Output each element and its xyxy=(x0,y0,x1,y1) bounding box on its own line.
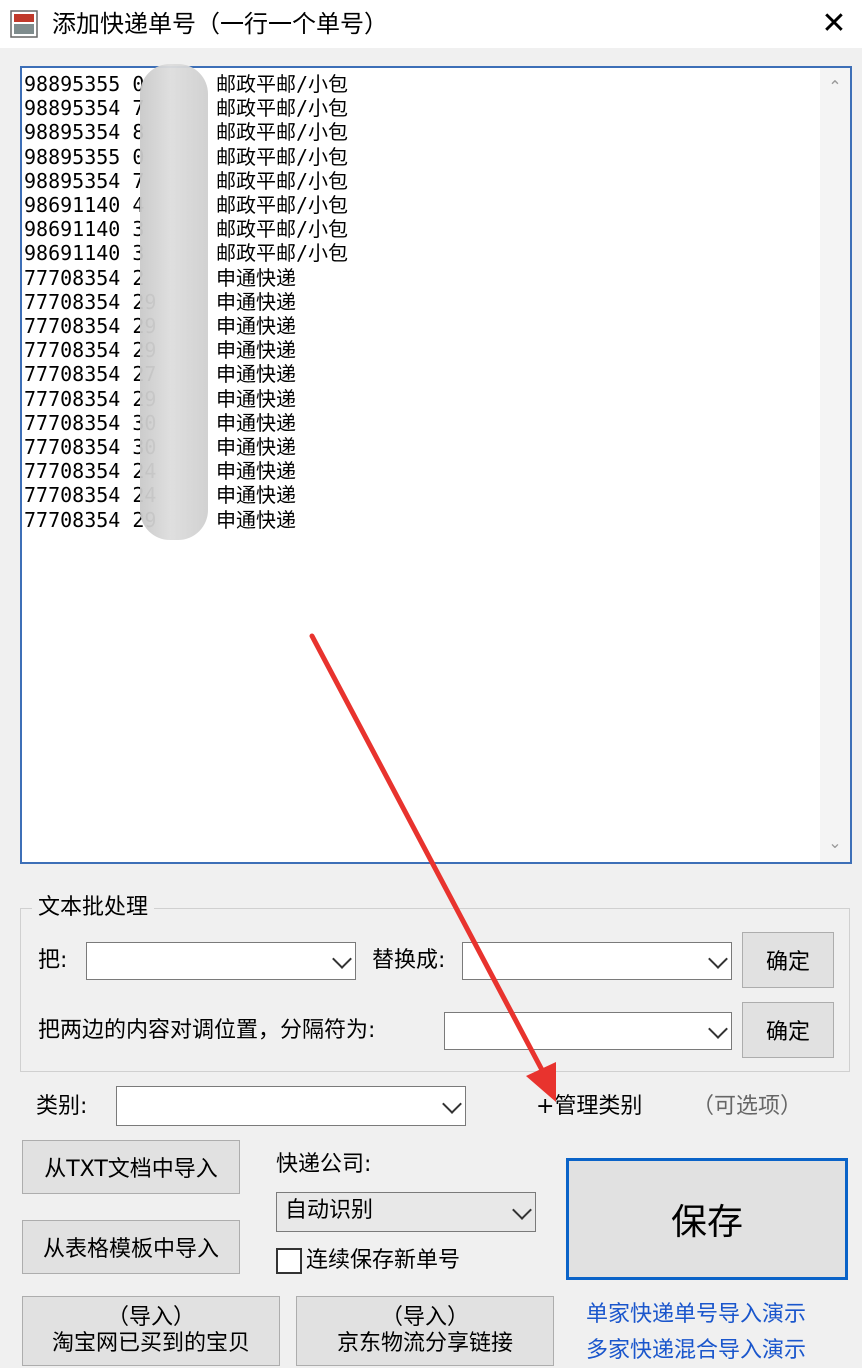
annotation-arrow-line xyxy=(309,633,545,1073)
annotation-arrow-overlay xyxy=(309,633,556,1102)
